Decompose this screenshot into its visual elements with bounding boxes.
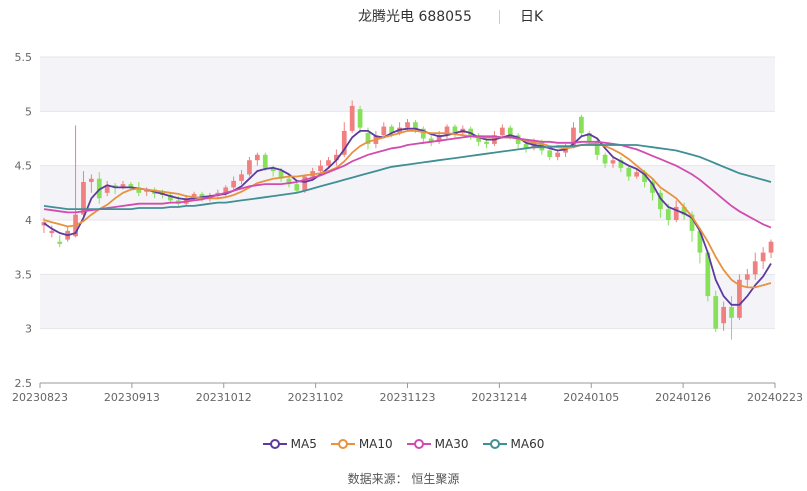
- candle-body: [231, 180, 236, 188]
- y-tick-label: 5: [25, 105, 32, 118]
- candle-body: [626, 167, 632, 177]
- y-tick-label: 2.5: [15, 377, 33, 390]
- candle-body: [555, 152, 561, 157]
- legend-item-ma30[interactable]: MA30: [406, 434, 469, 454]
- legend-marker-icon: [262, 439, 287, 449]
- candle-body: [610, 160, 616, 164]
- legend-item-ma10[interactable]: MA10: [330, 434, 393, 454]
- candle-body: [744, 274, 750, 280]
- grid-band: [40, 274, 775, 329]
- legend-marker-icon: [406, 439, 431, 449]
- x-tick-label: 20230913: [104, 391, 160, 404]
- candle-body: [239, 174, 244, 181]
- legend-marker-icon: [330, 439, 355, 449]
- candle-body: [752, 261, 758, 275]
- x-tick-label: 20240223: [747, 391, 803, 404]
- candle-body: [254, 154, 260, 161]
- x-tick-label: 20231214: [471, 391, 527, 404]
- candle-body: [768, 241, 774, 253]
- candle-body: [713, 296, 719, 329]
- candle-body: [547, 150, 553, 157]
- legend-label: MA30: [434, 437, 469, 451]
- candle-body: [318, 165, 323, 172]
- candle-body: [665, 209, 671, 220]
- x-tick-label: 20240126: [655, 391, 711, 404]
- candle-body: [57, 241, 63, 244]
- candle-body: [721, 306, 726, 324]
- y-tick-label: 3: [25, 323, 32, 336]
- candle-body: [357, 109, 363, 128]
- x-tick-label: 20230823: [12, 391, 68, 404]
- candle-body: [89, 178, 94, 182]
- candle-body: [349, 105, 355, 131]
- candle-body: [602, 154, 608, 164]
- legend-item-ma5[interactable]: MA5: [262, 434, 317, 454]
- legend-item-ma60[interactable]: MA60: [482, 434, 545, 454]
- legend-marker-icon: [482, 439, 507, 449]
- x-tick-label: 20231012: [196, 391, 252, 404]
- candle-body: [247, 160, 252, 175]
- candlestick-chart[interactable]: 5.5 5 4.5 4 3.5 3 2.520230823 20230913 20231012 2…: [0, 0, 807, 420]
- candle-body: [381, 126, 387, 136]
- y-tick-label: 4.5: [15, 160, 33, 173]
- y-tick-label: 3.5: [15, 268, 33, 281]
- legend-label: MA5: [290, 437, 317, 451]
- candle-body: [294, 184, 300, 191]
- legend-label: MA10: [358, 437, 393, 451]
- grid-band: [40, 165, 775, 220]
- candle-body: [262, 154, 268, 168]
- y-tick-label: 4: [25, 214, 32, 227]
- x-tick-label: 20231123: [380, 391, 436, 404]
- y-tick-label: 5.5: [15, 51, 33, 64]
- candle-body: [499, 127, 505, 136]
- candle-body: [634, 172, 640, 177]
- x-tick-label: 20231102: [288, 391, 344, 404]
- candle-body: [760, 252, 766, 262]
- chart-legend: MA5 MA10 MA30 MA60: [0, 434, 807, 454]
- candle-body: [405, 122, 410, 128]
- grid-band: [40, 57, 775, 112]
- candle-body: [579, 116, 584, 134]
- x-tick-label: 20240105: [563, 391, 619, 404]
- candle-body: [326, 160, 331, 166]
- candle-body: [507, 127, 513, 136]
- legend-label: MA60: [510, 437, 545, 451]
- candle-body: [484, 141, 489, 144]
- data-source-note: 数据来源： 恒生聚源: [347, 472, 460, 486]
- candle-body: [49, 230, 55, 234]
- candle-body: [729, 306, 734, 318]
- candle-body: [413, 122, 418, 129]
